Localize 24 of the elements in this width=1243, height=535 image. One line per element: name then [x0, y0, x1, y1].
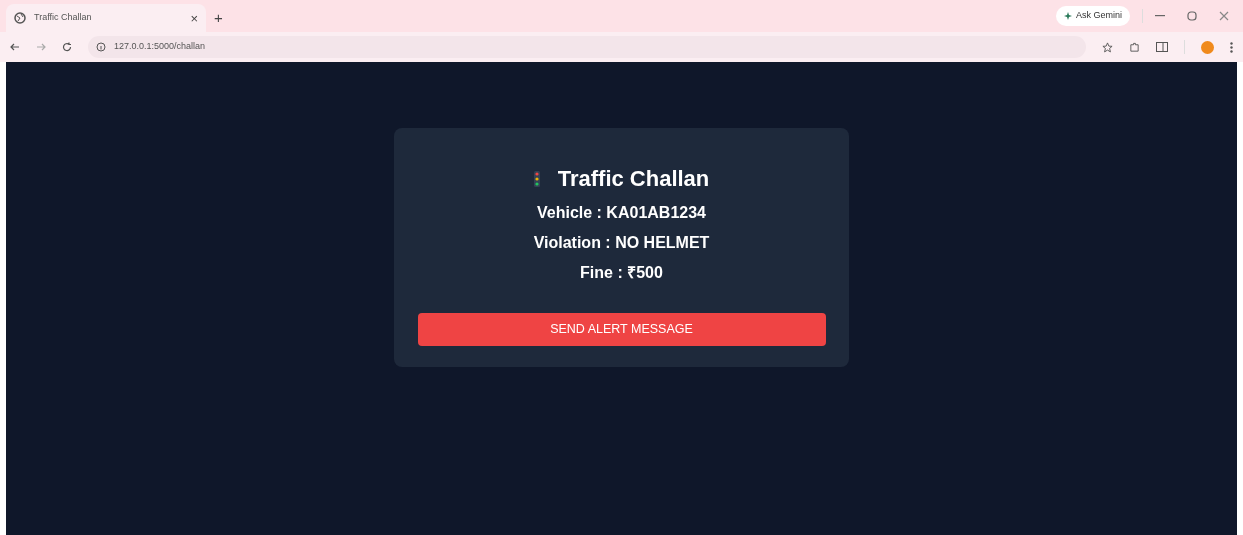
- restore-icon[interactable]: [1187, 11, 1197, 21]
- detail-line: Vehicle : KA01AB1234: [537, 203, 706, 223]
- detail-line: Fine : ₹500: [580, 263, 663, 283]
- sidebar-icon[interactable]: [1156, 42, 1168, 52]
- star-icon[interactable]: [1102, 41, 1113, 53]
- address-bar[interactable]: 127.0.0.1:5000/challan: [88, 36, 1086, 58]
- close-icon[interactable]: [1219, 11, 1229, 21]
- menu-icon[interactable]: [1230, 41, 1233, 53]
- back-icon[interactable]: [10, 42, 20, 52]
- send-alert-button[interactable]: SEND ALERT MESSAGE: [417, 313, 826, 346]
- traffic-light-icon: [533, 170, 540, 187]
- globe-icon: [14, 12, 26, 24]
- info-icon: [96, 42, 106, 52]
- reload-icon[interactable]: [62, 42, 72, 52]
- tab-title: Traffic Challan: [34, 11, 93, 25]
- minimize-icon[interactable]: [1155, 15, 1165, 17]
- extensions-icon[interactable]: [1129, 41, 1140, 53]
- ask-gemini-button[interactable]: Ask Gemini: [1056, 5, 1130, 26]
- url-text: 127.0.0.1:5000/challan: [114, 40, 206, 54]
- sparkle-icon: [1064, 11, 1072, 20]
- card-title: Traffic Challan: [557, 165, 710, 193]
- close-tab-button[interactable]: ×: [190, 11, 198, 25]
- detail-line: Violation : NO HELMET: [533, 233, 710, 253]
- new-tab-button[interactable]: +: [206, 4, 231, 32]
